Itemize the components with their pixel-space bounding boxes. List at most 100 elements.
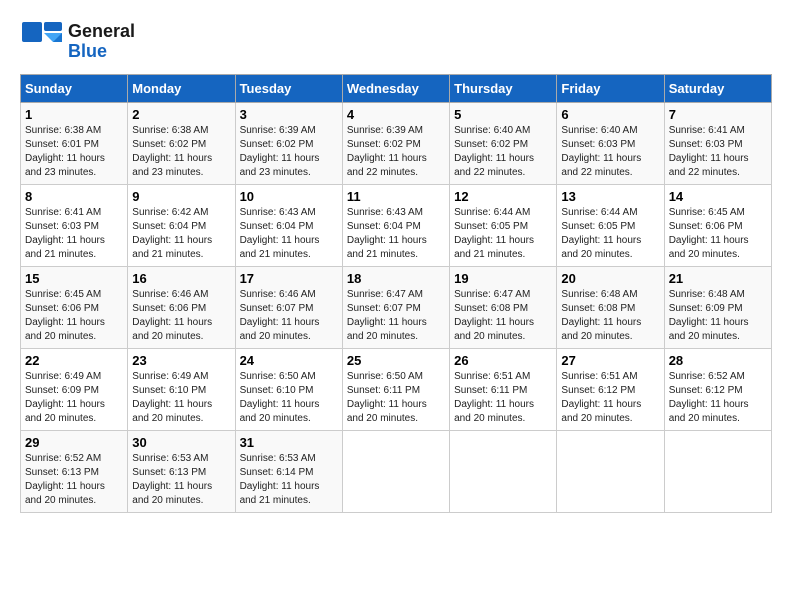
day-number: 24 [240, 353, 338, 368]
day-info: Sunrise: 6:40 AMSunset: 6:02 PMDaylight:… [454, 125, 534, 178]
day-number: 3 [240, 107, 338, 122]
day-number: 23 [132, 353, 230, 368]
calendar-cell: 2 Sunrise: 6:38 AMSunset: 6:02 PMDayligh… [128, 103, 235, 185]
day-info: Sunrise: 6:46 AMSunset: 6:07 PMDaylight:… [240, 289, 320, 342]
day-info: Sunrise: 6:38 AMSunset: 6:02 PMDaylight:… [132, 125, 212, 178]
day-number: 1 [25, 107, 123, 122]
day-info: Sunrise: 6:39 AMSunset: 6:02 PMDaylight:… [347, 125, 427, 178]
day-number: 30 [132, 435, 230, 450]
day-info: Sunrise: 6:48 AMSunset: 6:08 PMDaylight:… [561, 289, 641, 342]
calendar-cell [664, 431, 771, 513]
day-info: Sunrise: 6:50 AMSunset: 6:10 PMDaylight:… [240, 371, 320, 424]
calendar-cell: 1 Sunrise: 6:38 AMSunset: 6:01 PMDayligh… [21, 103, 128, 185]
day-info: Sunrise: 6:38 AMSunset: 6:01 PMDaylight:… [25, 125, 105, 178]
day-number: 11 [347, 189, 445, 204]
calendar-cell [342, 431, 449, 513]
day-number: 19 [454, 271, 552, 286]
day-info: Sunrise: 6:47 AMSunset: 6:08 PMDaylight:… [454, 289, 534, 342]
day-number: 12 [454, 189, 552, 204]
calendar-cell: 23 Sunrise: 6:49 AMSunset: 6:10 PMDaylig… [128, 349, 235, 431]
day-number: 10 [240, 189, 338, 204]
day-info: Sunrise: 6:53 AMSunset: 6:14 PMDaylight:… [240, 453, 320, 506]
calendar-cell: 9 Sunrise: 6:42 AMSunset: 6:04 PMDayligh… [128, 185, 235, 267]
day-info: Sunrise: 6:52 AMSunset: 6:13 PMDaylight:… [25, 453, 105, 506]
day-number: 14 [669, 189, 767, 204]
calendar-cell: 25 Sunrise: 6:50 AMSunset: 6:11 PMDaylig… [342, 349, 449, 431]
calendar-cell: 28 Sunrise: 6:52 AMSunset: 6:12 PMDaylig… [664, 349, 771, 431]
day-number: 13 [561, 189, 659, 204]
day-number: 9 [132, 189, 230, 204]
calendar-cell: 12 Sunrise: 6:44 AMSunset: 6:05 PMDaylig… [450, 185, 557, 267]
day-number: 4 [347, 107, 445, 122]
calendar-cell: 17 Sunrise: 6:46 AMSunset: 6:07 PMDaylig… [235, 267, 342, 349]
calendar-cell [450, 431, 557, 513]
calendar-cell: 7 Sunrise: 6:41 AMSunset: 6:03 PMDayligh… [664, 103, 771, 185]
weekday-header: Sunday [21, 75, 128, 103]
day-info: Sunrise: 6:51 AMSunset: 6:12 PMDaylight:… [561, 371, 641, 424]
day-info: Sunrise: 6:53 AMSunset: 6:13 PMDaylight:… [132, 453, 212, 506]
day-number: 5 [454, 107, 552, 122]
calendar-cell: 22 Sunrise: 6:49 AMSunset: 6:09 PMDaylig… [21, 349, 128, 431]
day-info: Sunrise: 6:42 AMSunset: 6:04 PMDaylight:… [132, 207, 212, 260]
day-number: 22 [25, 353, 123, 368]
calendar-cell: 31 Sunrise: 6:53 AMSunset: 6:14 PMDaylig… [235, 431, 342, 513]
logo-blue: Blue [68, 42, 135, 62]
day-number: 7 [669, 107, 767, 122]
day-info: Sunrise: 6:43 AMSunset: 6:04 PMDaylight:… [347, 207, 427, 260]
day-number: 26 [454, 353, 552, 368]
calendar-cell: 26 Sunrise: 6:51 AMSunset: 6:11 PMDaylig… [450, 349, 557, 431]
calendar-cell: 18 Sunrise: 6:47 AMSunset: 6:07 PMDaylig… [342, 267, 449, 349]
day-info: Sunrise: 6:49 AMSunset: 6:09 PMDaylight:… [25, 371, 105, 424]
day-info: Sunrise: 6:40 AMSunset: 6:03 PMDaylight:… [561, 125, 641, 178]
calendar-cell: 8 Sunrise: 6:41 AMSunset: 6:03 PMDayligh… [21, 185, 128, 267]
calendar-table: SundayMondayTuesdayWednesdayThursdayFrid… [20, 74, 772, 513]
day-info: Sunrise: 6:43 AMSunset: 6:04 PMDaylight:… [240, 207, 320, 260]
day-number: 2 [132, 107, 230, 122]
day-info: Sunrise: 6:44 AMSunset: 6:05 PMDaylight:… [454, 207, 534, 260]
weekday-header: Tuesday [235, 75, 342, 103]
day-info: Sunrise: 6:41 AMSunset: 6:03 PMDaylight:… [669, 125, 749, 178]
day-number: 8 [25, 189, 123, 204]
day-number: 18 [347, 271, 445, 286]
day-info: Sunrise: 6:39 AMSunset: 6:02 PMDaylight:… [240, 125, 320, 178]
calendar-cell: 29 Sunrise: 6:52 AMSunset: 6:13 PMDaylig… [21, 431, 128, 513]
day-number: 6 [561, 107, 659, 122]
day-number: 28 [669, 353, 767, 368]
day-number: 29 [25, 435, 123, 450]
calendar-cell [557, 431, 664, 513]
calendar-cell: 30 Sunrise: 6:53 AMSunset: 6:13 PMDaylig… [128, 431, 235, 513]
day-info: Sunrise: 6:51 AMSunset: 6:11 PMDaylight:… [454, 371, 534, 424]
weekday-header: Friday [557, 75, 664, 103]
day-number: 21 [669, 271, 767, 286]
day-number: 20 [561, 271, 659, 286]
calendar-cell: 20 Sunrise: 6:48 AMSunset: 6:08 PMDaylig… [557, 267, 664, 349]
calendar-cell: 3 Sunrise: 6:39 AMSunset: 6:02 PMDayligh… [235, 103, 342, 185]
calendar-cell: 5 Sunrise: 6:40 AMSunset: 6:02 PMDayligh… [450, 103, 557, 185]
calendar-cell: 24 Sunrise: 6:50 AMSunset: 6:10 PMDaylig… [235, 349, 342, 431]
calendar-cell: 4 Sunrise: 6:39 AMSunset: 6:02 PMDayligh… [342, 103, 449, 185]
day-info: Sunrise: 6:49 AMSunset: 6:10 PMDaylight:… [132, 371, 212, 424]
calendar-cell: 15 Sunrise: 6:45 AMSunset: 6:06 PMDaylig… [21, 267, 128, 349]
day-number: 15 [25, 271, 123, 286]
day-number: 16 [132, 271, 230, 286]
weekday-header: Saturday [664, 75, 771, 103]
calendar-cell: 11 Sunrise: 6:43 AMSunset: 6:04 PMDaylig… [342, 185, 449, 267]
day-info: Sunrise: 6:41 AMSunset: 6:03 PMDaylight:… [25, 207, 105, 260]
day-info: Sunrise: 6:48 AMSunset: 6:09 PMDaylight:… [669, 289, 749, 342]
day-number: 25 [347, 353, 445, 368]
weekday-header: Monday [128, 75, 235, 103]
calendar-cell: 6 Sunrise: 6:40 AMSunset: 6:03 PMDayligh… [557, 103, 664, 185]
day-info: Sunrise: 6:45 AMSunset: 6:06 PMDaylight:… [25, 289, 105, 342]
day-info: Sunrise: 6:44 AMSunset: 6:05 PMDaylight:… [561, 207, 641, 260]
calendar-cell: 19 Sunrise: 6:47 AMSunset: 6:08 PMDaylig… [450, 267, 557, 349]
day-info: Sunrise: 6:46 AMSunset: 6:06 PMDaylight:… [132, 289, 212, 342]
calendar-cell: 21 Sunrise: 6:48 AMSunset: 6:09 PMDaylig… [664, 267, 771, 349]
weekday-header: Wednesday [342, 75, 449, 103]
day-number: 31 [240, 435, 338, 450]
calendar-cell: 13 Sunrise: 6:44 AMSunset: 6:05 PMDaylig… [557, 185, 664, 267]
weekday-header: Thursday [450, 75, 557, 103]
day-number: 17 [240, 271, 338, 286]
logo: General Blue [20, 20, 135, 64]
day-info: Sunrise: 6:52 AMSunset: 6:12 PMDaylight:… [669, 371, 749, 424]
calendar-cell: 27 Sunrise: 6:51 AMSunset: 6:12 PMDaylig… [557, 349, 664, 431]
